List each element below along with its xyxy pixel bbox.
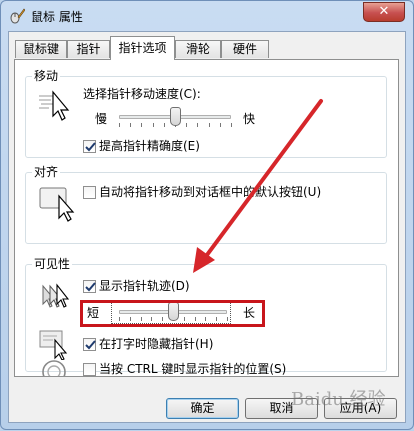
slider-tick bbox=[186, 123, 188, 127]
show-location-icon bbox=[41, 360, 71, 384]
slider-tick bbox=[141, 123, 143, 127]
slider-tick bbox=[197, 123, 199, 127]
checkmark-icon bbox=[85, 340, 96, 350]
motion-legend: 移动 bbox=[32, 68, 61, 84]
tab-label: 指针选项 bbox=[118, 41, 167, 55]
speed-label: 选择指针移动速度(C): bbox=[83, 87, 201, 101]
highlight-annotation-box bbox=[80, 300, 265, 327]
hide-typing-label[interactable]: 在打字时隐藏指针(H) bbox=[99, 336, 213, 352]
title-bar[interactable]: 鼠标 属性 ✕ bbox=[1, 1, 413, 31]
hide-typing-checkbox[interactable] bbox=[83, 338, 96, 351]
snap-legend: 对齐 bbox=[32, 164, 61, 180]
pointer-trails-icon bbox=[41, 282, 79, 313]
trails-checkbox[interactable] bbox=[83, 280, 96, 293]
tab-label: 滑轮 bbox=[185, 42, 210, 56]
pointer-options-panel: 移动 选择指针移动速度(C): 慢 快 提高指针精确度(E) 对齐 自动将指针移… bbox=[14, 59, 399, 384]
slider-tick bbox=[163, 123, 165, 127]
precision-checkbox[interactable] bbox=[83, 140, 96, 153]
slider-tick bbox=[208, 123, 210, 127]
tab-buttons[interactable]: 鼠标键 bbox=[15, 40, 67, 58]
ctrl-location-checkbox[interactable] bbox=[83, 363, 96, 376]
window-title: 鼠标 属性 bbox=[31, 10, 83, 24]
checkmark-icon bbox=[85, 142, 96, 152]
slider-tick bbox=[152, 123, 154, 127]
speed-slider-thumb[interactable] bbox=[169, 107, 181, 126]
checkmark-icon bbox=[85, 282, 96, 292]
watermark: Baidu 经验 bbox=[291, 389, 386, 410]
snap-to-button-icon bbox=[39, 186, 79, 225]
tab-wheel[interactable]: 滑轮 bbox=[175, 40, 221, 58]
dialog-client-area: 鼠标键 指针 指针选项 滑轮 硬件 移动 选择指针移动速度(C): 慢 快 提高… bbox=[8, 31, 406, 423]
ok-button[interactable]: 确定 bbox=[166, 398, 239, 419]
fast-label: 快 bbox=[243, 112, 256, 126]
ok-label: 确定 bbox=[190, 401, 215, 415]
precision-label[interactable]: 提高指针精确度(E) bbox=[99, 138, 200, 154]
slider-tick bbox=[219, 123, 221, 127]
close-icon: ✕ bbox=[378, 4, 390, 19]
mouse-pencil-icon bbox=[9, 8, 26, 24]
cancel-label: 取消 bbox=[269, 401, 294, 415]
pointer-speed-icon bbox=[39, 90, 75, 127]
tab-label: 指针 bbox=[76, 42, 101, 56]
slider-tick bbox=[130, 123, 132, 127]
mouse-properties-window: 鼠标 属性 ✕ 鼠标键 指针 指针选项 滑轮 硬件 移动 选择指针移动速度(C)… bbox=[0, 0, 414, 430]
ctrl-location-label[interactable]: 当按 CTRL 键时显示指针的位置(S) bbox=[99, 361, 286, 377]
tab-label: 硬件 bbox=[232, 42, 257, 56]
tab-hardware[interactable]: 硬件 bbox=[221, 40, 269, 58]
slider-tick bbox=[119, 123, 120, 127]
close-button[interactable]: ✕ bbox=[363, 2, 405, 22]
hide-while-typing-icon bbox=[39, 330, 75, 363]
tab-pointers[interactable]: 指针 bbox=[67, 40, 110, 58]
snap-label[interactable]: 自动将指针移动到对话框中的默认按钮(U) bbox=[99, 184, 321, 200]
slow-label: 慢 bbox=[95, 112, 108, 126]
snap-checkbox[interactable] bbox=[83, 186, 96, 199]
trails-label[interactable]: 显示指针轨迹(D) bbox=[99, 278, 190, 294]
visibility-legend: 可见性 bbox=[32, 256, 73, 272]
tab-label: 鼠标键 bbox=[22, 42, 59, 56]
snap-group: 对齐 bbox=[25, 164, 387, 244]
slider-tick bbox=[231, 123, 232, 127]
tab-pointer-options[interactable]: 指针选项 bbox=[110, 36, 175, 60]
